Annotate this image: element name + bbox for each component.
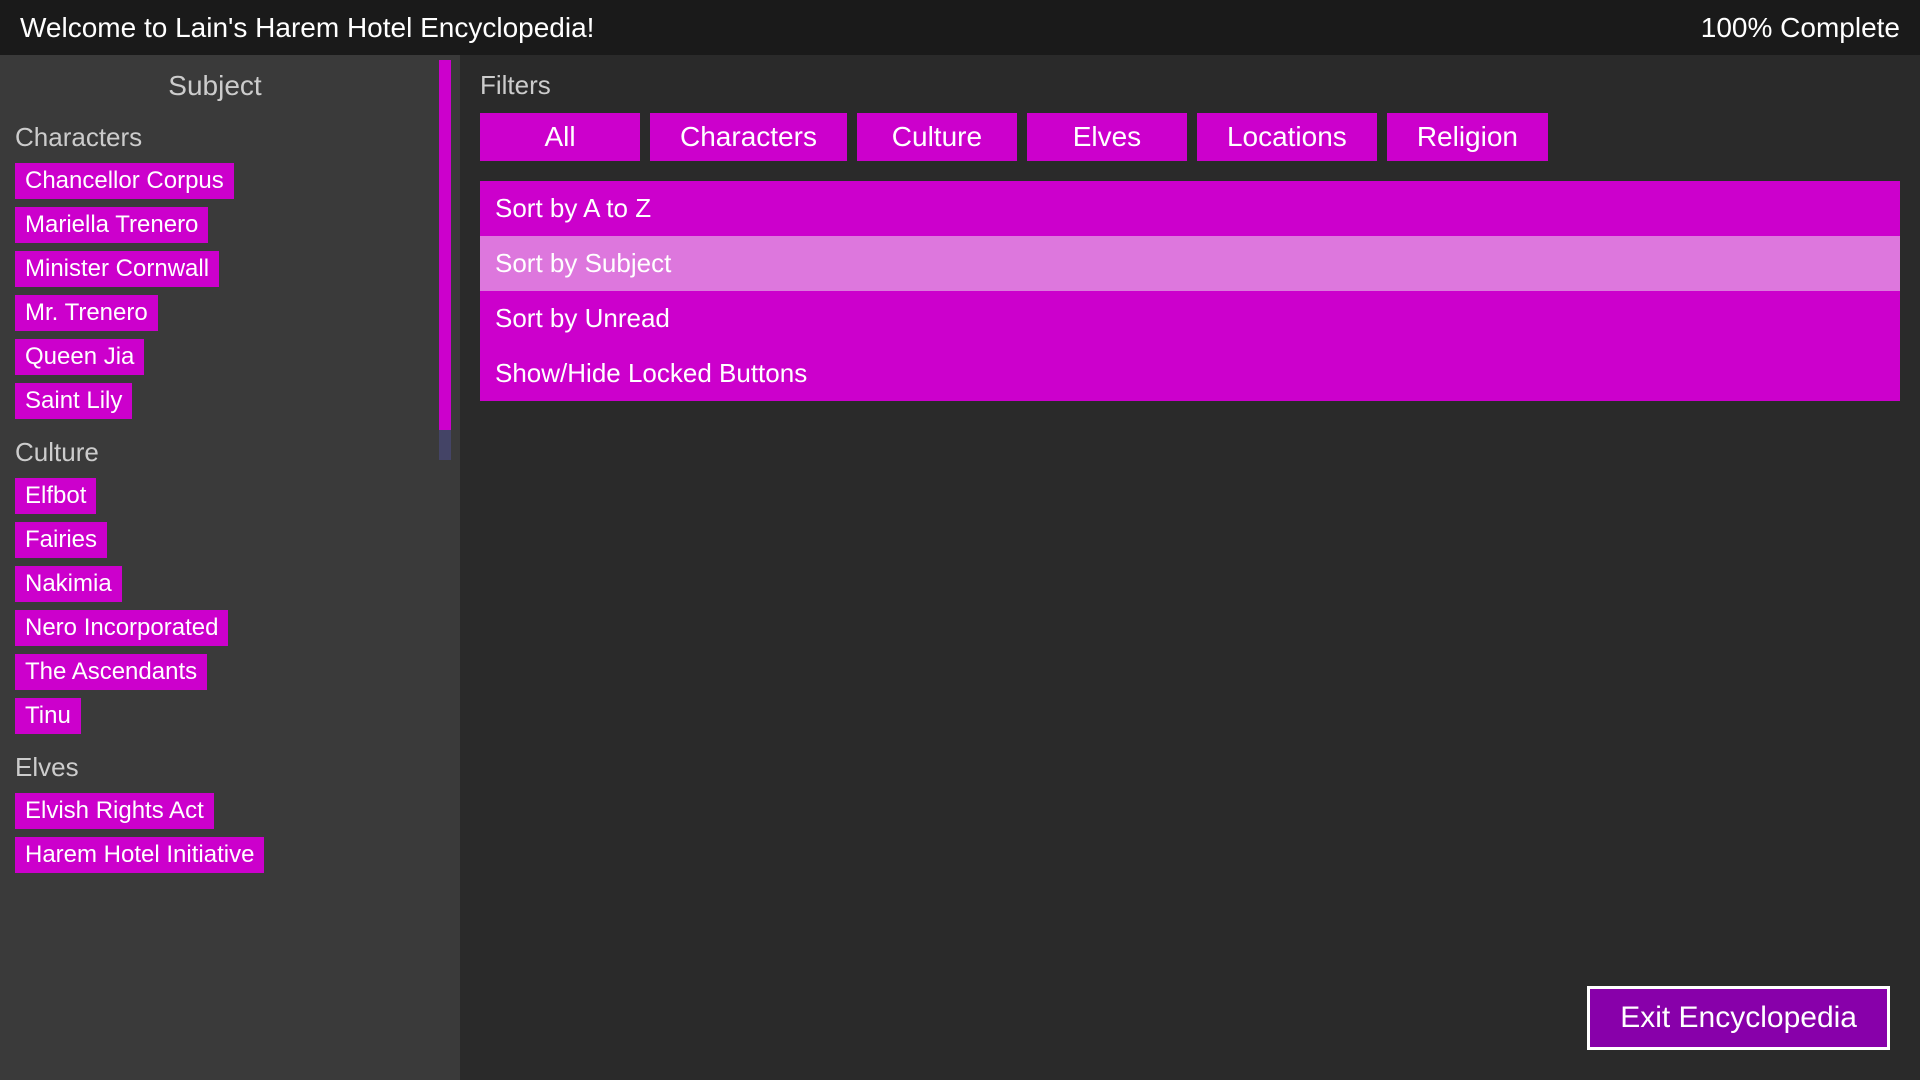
filter-btn-characters[interactable]: Characters <box>650 113 847 161</box>
left-panel: Subject Characters Chancellor Corpus Marie… <box>0 55 460 1080</box>
main-layout: Subject Characters Chancellor Corpus Marie… <box>0 55 1920 1080</box>
header-title: Welcome to Lain's Harem Hotel Encycloped… <box>20 12 594 44</box>
scrollbar-thumb-bottom <box>439 430 451 460</box>
category-heading-culture: Culture <box>15 437 415 468</box>
categories-container: Characters Chancellor Corpus Mariella Tren… <box>15 122 415 881</box>
subject-item-fairies[interactable]: Fairies <box>15 522 107 558</box>
sort-option-3[interactable]: Show/Hide Locked Buttons <box>480 346 1900 401</box>
subject-item-nero-incorporated[interactable]: Nero Incorporated <box>15 610 228 646</box>
filter-btn-elves[interactable]: Elves <box>1027 113 1187 161</box>
subject-item-the-ascendants[interactable]: The Ascendants <box>15 654 207 690</box>
subject-item-elfbot[interactable]: Elfbot <box>15 478 96 514</box>
subject-item-minister-cornwall[interactable]: Minister Cornwall <box>15 251 219 287</box>
category-heading-characters: Characters <box>15 122 415 153</box>
subject-item-mr.-trenero[interactable]: Mr. Trenero <box>15 295 158 331</box>
sort-options: Sort by A to ZSort by SubjectSort by Unr… <box>480 181 1900 401</box>
scrollbar-thumb-top <box>439 60 451 430</box>
subject-item-nakimia[interactable]: Nakimia <box>15 566 122 602</box>
subject-item-harem-hotel-initiative[interactable]: Harem Hotel Initiative <box>15 837 264 873</box>
category-heading-elves: Elves <box>15 752 415 783</box>
right-panel: Filters AllCharactersCultureElvesLocatio… <box>460 55 1920 1080</box>
subject-item-chancellor-corpus[interactable]: Chancellor Corpus <box>15 163 234 199</box>
subject-item-queen-jia[interactable]: Queen Jia <box>15 339 144 375</box>
subject-item-tinu[interactable]: Tinu <box>15 698 81 734</box>
sort-option-2[interactable]: Sort by Unread <box>480 291 1900 346</box>
filter-btn-all[interactable]: All <box>480 113 640 161</box>
scrollbar-track[interactable] <box>439 60 451 460</box>
subject-item-elvish-rights-act[interactable]: Elvish Rights Act <box>15 793 214 829</box>
subject-item-saint-lily[interactable]: Saint Lily <box>15 383 132 419</box>
sort-option-0[interactable]: Sort by A to Z <box>480 181 1900 236</box>
filter-btn-culture[interactable]: Culture <box>857 113 1017 161</box>
sort-option-1[interactable]: Sort by Subject <box>480 236 1900 291</box>
filters-label: Filters <box>480 70 1900 101</box>
scrollbar-area[interactable] <box>430 55 460 1080</box>
completion-label: 100% Complete <box>1701 12 1900 44</box>
filter-btn-locations[interactable]: Locations <box>1197 113 1377 161</box>
header-bar: Welcome to Lain's Harem Hotel Encycloped… <box>0 0 1920 55</box>
subject-list: Subject Characters Chancellor Corpus Marie… <box>0 55 430 1080</box>
exit-encyclopedia-button[interactable]: Exit Encyclopedia <box>1587 986 1890 1050</box>
filter-buttons: AllCharactersCultureElvesLocationsReligi… <box>480 113 1900 161</box>
subject-item-mariella-trenero[interactable]: Mariella Trenero <box>15 207 208 243</box>
filter-btn-religion[interactable]: Religion <box>1387 113 1548 161</box>
subject-heading: Subject <box>15 70 415 102</box>
